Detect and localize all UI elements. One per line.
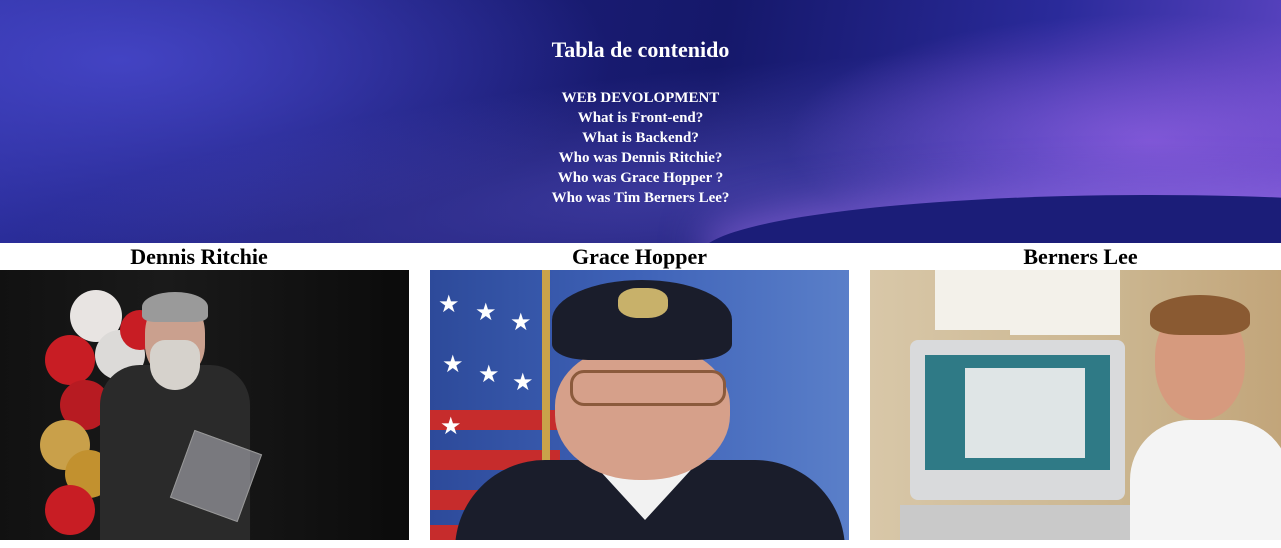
card-title: Berners Lee (1023, 244, 1138, 269)
dennis-ritchie-photo (0, 270, 409, 540)
balloon (45, 335, 95, 385)
berners-lee-photo (870, 270, 1281, 540)
card-grace-hopper: Grace Hopper ★ ★ ★ ★ ★ ★ ★ (430, 243, 849, 540)
balloon (45, 485, 95, 535)
cap-badge (618, 288, 668, 318)
shirt (1130, 420, 1281, 540)
card-dennis-ritchie: Dennis Ritchie (0, 243, 409, 540)
star-icon: ★ (478, 362, 500, 388)
glasses (570, 370, 726, 406)
star-icon: ★ (475, 300, 497, 326)
card-berners-lee: Berners Lee (870, 243, 1281, 540)
page-title: Tabla de contenido (551, 36, 730, 62)
beard (150, 340, 200, 390)
card-title: Grace Hopper (571, 244, 708, 269)
table-of-contents: WEB DEVOLOPMENT What is Front-end? What … (0, 88, 1281, 208)
browser-window (965, 368, 1085, 458)
wall-map (1010, 270, 1120, 335)
hero-banner: Tabla de contenido WEB DEVOLOPMENT What … (0, 0, 1281, 243)
toc-item-dennis-ritchie[interactable]: Who was Dennis Ritchie? (0, 148, 1281, 168)
face (555, 345, 730, 480)
grace-hopper-photo: ★ ★ ★ ★ ★ ★ ★ (430, 270, 849, 540)
hair (142, 292, 208, 322)
toc-item-backend[interactable]: What is Backend? (0, 128, 1281, 148)
star-icon: ★ (510, 310, 532, 336)
toc-item-berners-lee[interactable]: Who was Tim Berners Lee? (0, 188, 1281, 208)
wall-paper (935, 270, 1010, 330)
toc-item-grace-hopper[interactable]: Who was Grace Hopper ? (0, 168, 1281, 188)
star-icon: ★ (440, 414, 462, 440)
hair (1150, 295, 1250, 335)
star-icon: ★ (512, 370, 534, 396)
star-icon: ★ (438, 292, 460, 318)
card-title: Dennis Ritchie (130, 244, 268, 269)
star-icon: ★ (442, 352, 464, 378)
toc-item-web-development[interactable]: WEB DEVOLOPMENT (0, 88, 1281, 108)
toc-item-front-end[interactable]: What is Front-end? (0, 108, 1281, 128)
keyboard (900, 505, 1140, 540)
